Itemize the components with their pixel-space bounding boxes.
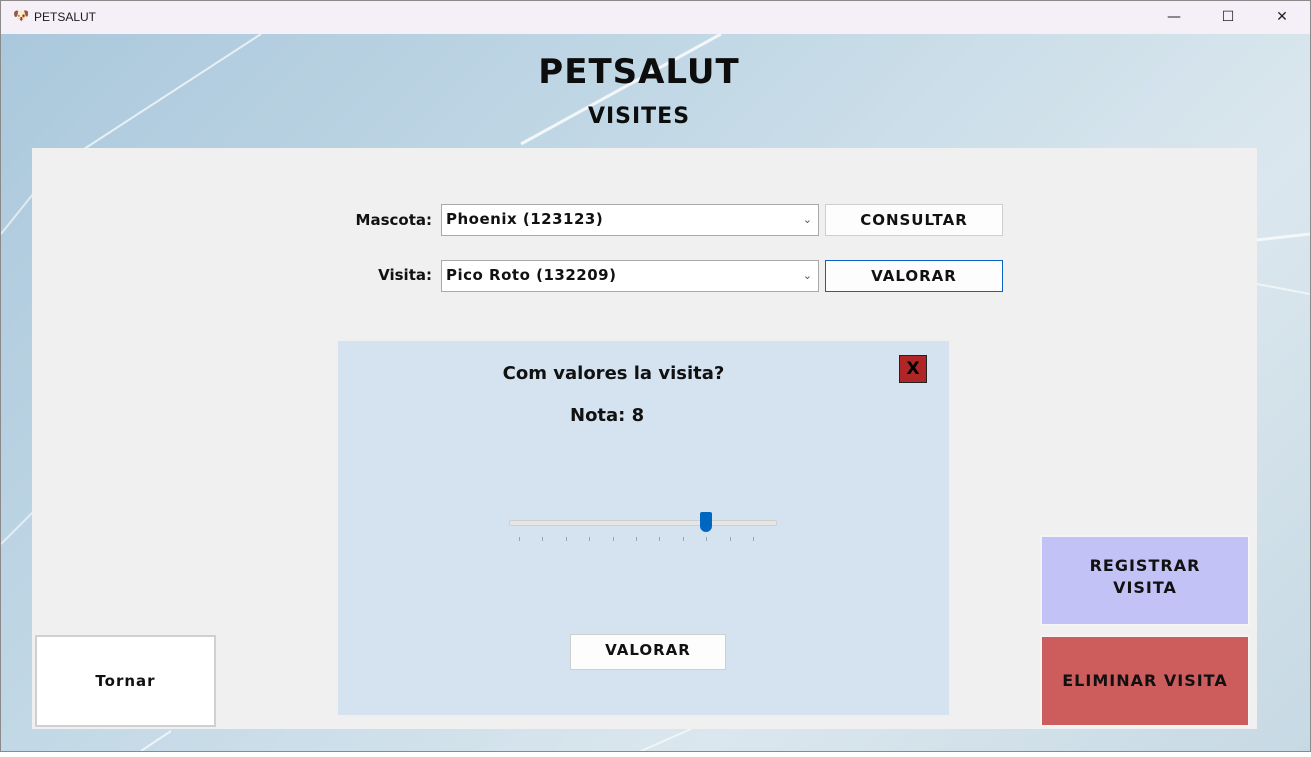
content-panel: Mascota: Phoenix (123123) ⌄ CONSULTAR Vi… [32, 148, 1257, 729]
slider-tick [753, 537, 754, 541]
dog-app-icon: 🐶 [13, 9, 30, 24]
visit-label: Visita: [378, 266, 432, 284]
slider-tick [612, 537, 614, 541]
chevron-down-icon: ⌄ [802, 269, 812, 282]
slider-tick [542, 537, 544, 541]
submit-rating-button[interactable]: VALORAR [570, 634, 726, 670]
title-bar[interactable]: 🐶 PETSALUT — ☐ ✕ [1, 1, 1310, 34]
rating-question: Com valores la visita? [502, 363, 725, 384]
main-area: PETSALUT VISITES Mascota: Phoenix (12312… [1, 34, 1310, 751]
app-heading: PETSALUT [538, 52, 740, 92]
visit-select-value: Pico Roto (132209) [446, 266, 617, 284]
slider-tick [636, 537, 637, 541]
back-button[interactable]: Tornar [35, 635, 216, 727]
pet-select-value: Phoenix (123123) [446, 210, 604, 228]
visit-select[interactable]: Pico Roto (132209) ⌄ [441, 260, 819, 292]
score-slider-thumb[interactable] [700, 512, 713, 532]
register-visit-button[interactable]: REGISTRAR VISITA [1040, 535, 1250, 626]
slider-tick [565, 537, 567, 541]
score-slider-track[interactable] [509, 520, 777, 526]
pet-label: Mascota: [355, 211, 432, 229]
slider-tick [729, 537, 731, 541]
slider-tick [682, 537, 684, 541]
slider-tick [589, 537, 591, 541]
chevron-down-icon: ⌄ [802, 213, 812, 226]
delete-visit-button[interactable]: ELIMINAR VISITA [1040, 635, 1250, 727]
register-visit-label-line2: VISITA [1113, 578, 1177, 597]
section-heading: VISITES [587, 104, 691, 129]
minimize-button[interactable]: — [1151, 1, 1197, 34]
register-visit-label-line1: REGISTRAR [1089, 556, 1201, 575]
rate-visit-button[interactable]: VALORAR [825, 260, 1003, 292]
app-window: 🐶 PETSALUT — ☐ ✕ PETSALUT VISITES Mascot… [0, 0, 1311, 752]
window-title: PETSALUT [34, 10, 97, 24]
maximize-button[interactable]: ☐ [1205, 1, 1251, 34]
consult-button[interactable]: CONSULTAR [825, 204, 1003, 236]
rating-dialog: Com valores la visita? X Nota: 8 VALORAR [338, 341, 949, 715]
slider-tick [706, 537, 708, 541]
close-dialog-button[interactable]: X [899, 355, 927, 383]
close-window-button[interactable]: ✕ [1259, 1, 1305, 34]
slider-tick [659, 537, 661, 541]
slider-tick [519, 537, 520, 541]
score-text: Nota: 8 [570, 405, 645, 426]
pet-select[interactable]: Phoenix (123123) ⌄ [441, 204, 819, 236]
